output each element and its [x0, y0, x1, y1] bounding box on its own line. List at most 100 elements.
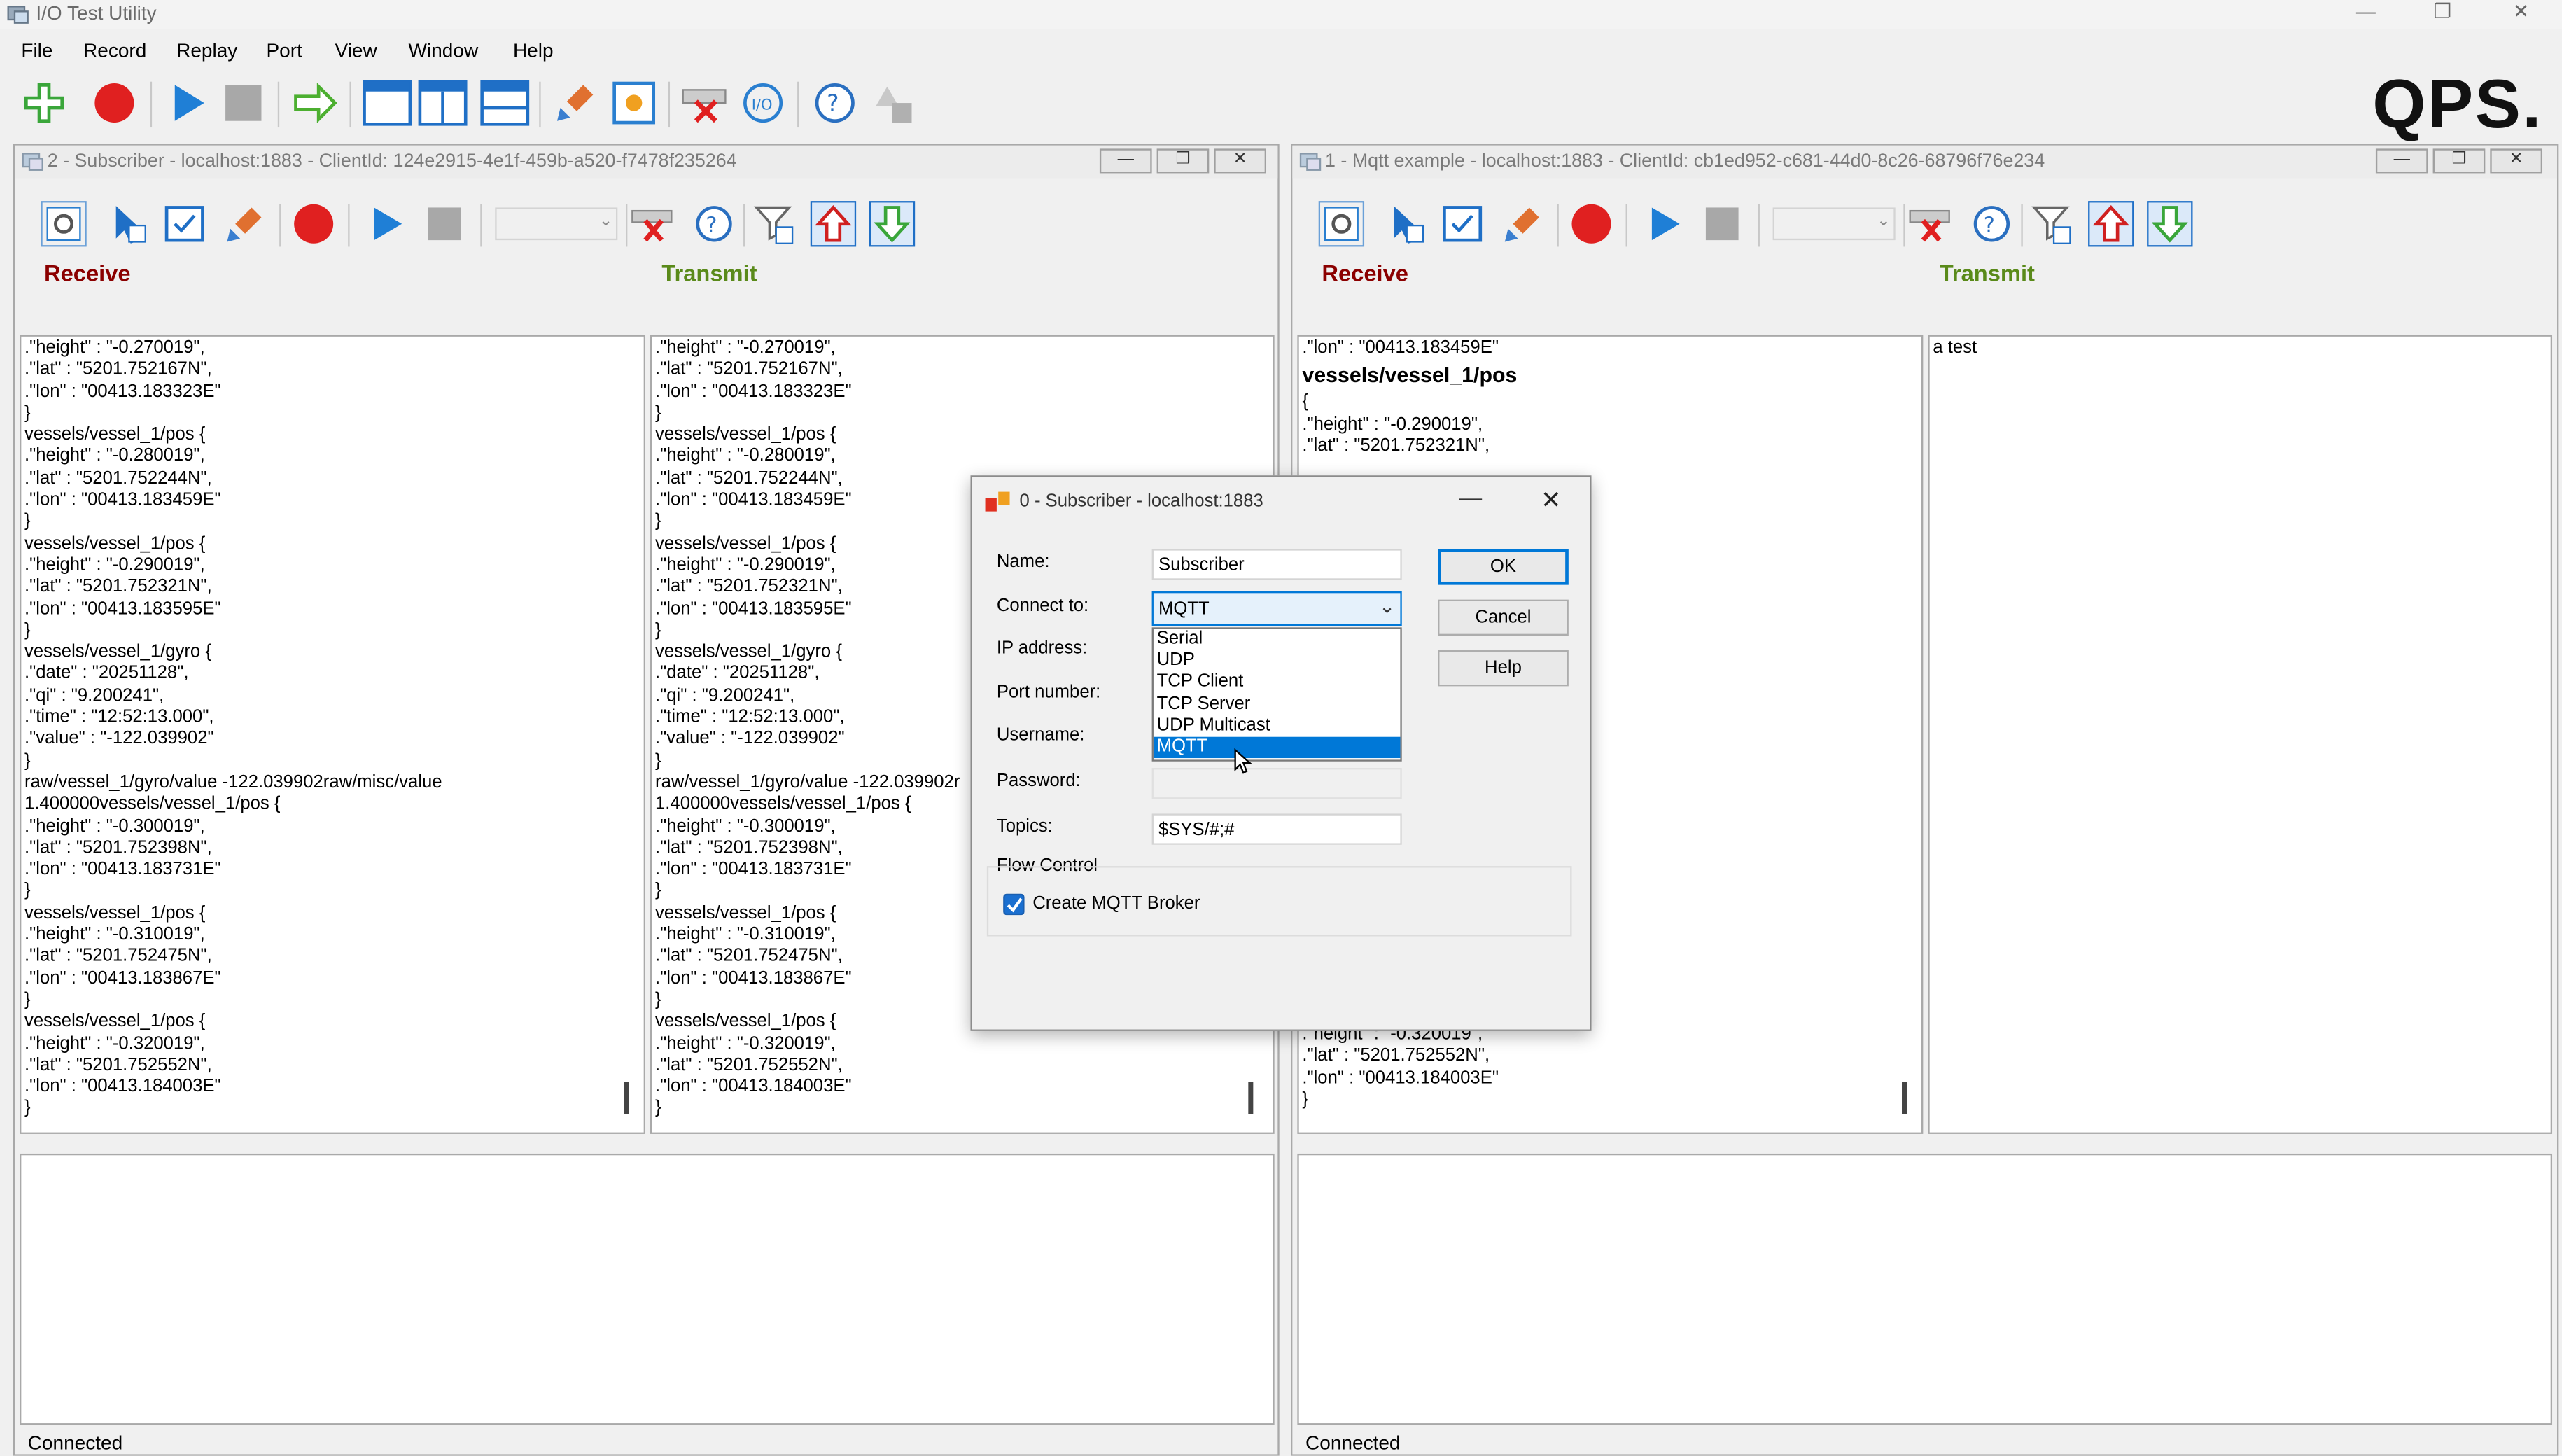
chevron-down-icon: ⌄: [598, 212, 613, 231]
clear-icon[interactable]: [680, 78, 729, 127]
shapes-icon[interactable]: [869, 78, 918, 127]
title-bar: I/O Test Utility — ❐ ✕: [0, 0, 2562, 30]
child-close-icon[interactable]: ✕: [2490, 148, 2543, 174]
app-title: I/O Test Utility: [36, 1, 157, 25]
restore-icon[interactable]: ❐: [2423, 0, 2463, 26]
dialog-minimize-icon[interactable]: —: [1459, 484, 1482, 510]
rate-select[interactable]: ⌄: [1772, 207, 1896, 241]
child-close-icon[interactable]: ✕: [1214, 148, 1267, 174]
filter-icon[interactable]: [752, 201, 797, 246]
stop-icon[interactable]: [1700, 201, 1745, 246]
cascade-windows-icon[interactable]: [363, 78, 412, 127]
cancel-button[interactable]: Cancel: [1438, 599, 1569, 636]
record-icon[interactable]: [1569, 201, 1614, 246]
dialog-close-icon[interactable]: ✕: [1541, 485, 1561, 515]
ok-button[interactable]: OK: [1438, 549, 1569, 585]
checkbox-tool-icon[interactable]: [1439, 201, 1485, 246]
menu-help[interactable]: Help: [513, 39, 554, 62]
stop-icon[interactable]: [421, 201, 467, 246]
scrollbar-thumb[interactable]: [1248, 1082, 1254, 1114]
option-mqtt[interactable]: MQTT: [1153, 736, 1401, 759]
svg-text:?: ?: [706, 213, 717, 237]
chevron-down-icon: ⌄: [1877, 212, 1891, 231]
connection-settings-dialog: 0 - Subscriber - localhost:1883 — ✕ Name…: [970, 475, 1592, 1031]
help-icon[interactable]: ?: [811, 78, 860, 127]
child-restore-icon[interactable]: ❐: [2432, 148, 2486, 174]
status-text: Connected: [1306, 1431, 1401, 1455]
child-minimize-icon[interactable]: —: [1099, 148, 1152, 174]
brush-icon[interactable]: [222, 201, 267, 246]
upload-icon[interactable]: [810, 201, 857, 247]
menu-file[interactable]: File: [21, 39, 52, 62]
password-label: Password:: [996, 771, 1081, 791]
select-arrow-icon[interactable]: [1384, 201, 1429, 246]
help-button[interactable]: Help: [1438, 650, 1569, 687]
option-udp[interactable]: UDP: [1154, 650, 1400, 672]
add-icon[interactable]: [20, 78, 69, 127]
menu-bar: File Record Replay Port View Window Help: [0, 34, 2562, 67]
tile-vertical-icon[interactable]: [418, 78, 468, 127]
connect-to-select[interactable]: MQTT ⌄: [1152, 591, 1402, 626]
play-icon[interactable]: [1642, 201, 1688, 246]
play-icon[interactable]: [163, 78, 212, 127]
brush-icon[interactable]: [551, 78, 600, 127]
receive-text-mid: { ."height" : "-0.290019", ."lat" : "520…: [1302, 392, 1490, 456]
child-minimize-icon[interactable]: —: [2375, 148, 2428, 174]
brush-icon[interactable]: [1500, 201, 1546, 246]
minimize-icon[interactable]: —: [2346, 0, 2386, 26]
filter-icon[interactable]: [2029, 201, 2075, 246]
tile-horizontal-icon[interactable]: [480, 78, 530, 127]
input-pane[interactable]: [1297, 1153, 2553, 1425]
record-icon[interactable]: [290, 201, 336, 246]
menu-record[interactable]: Record: [83, 39, 146, 62]
select-arrow-icon[interactable]: [106, 201, 152, 246]
password-input[interactable]: [1152, 768, 1402, 799]
svg-text:I/O: I/O: [752, 96, 773, 113]
menu-window[interactable]: Window: [409, 39, 479, 62]
download-icon[interactable]: [869, 201, 916, 247]
transmit-pane[interactable]: a test: [1928, 335, 2553, 1134]
topics-input[interactable]: $SYS/#;#: [1152, 813, 1402, 845]
mqtt-window-titlebar: 1 - Mqtt example - localhost:1883 - Clie…: [1292, 145, 2558, 178]
create-broker-checkbox[interactable]: [1003, 893, 1025, 916]
help-icon[interactable]: ?: [691, 201, 736, 246]
receive-text-bottom: ."height" : "-0.320019", ."lat" : "5201.…: [1302, 1024, 1499, 1110]
configure-icon[interactable]: [1318, 201, 1365, 247]
upload-icon[interactable]: [2088, 201, 2134, 247]
clear-icon[interactable]: [629, 201, 675, 246]
option-serial[interactable]: Serial: [1154, 629, 1400, 651]
receive-text-top: ."lon" : "00413.183459E": [1302, 338, 1499, 358]
svg-text:?: ?: [827, 90, 839, 117]
input-pane[interactable]: [20, 1153, 1275, 1425]
option-tcp-client[interactable]: TCP Client: [1154, 672, 1400, 694]
clear-icon[interactable]: [1907, 201, 1952, 246]
child-restore-icon[interactable]: ❐: [1156, 148, 1210, 174]
connect-label: Connect to:: [996, 596, 1089, 616]
stop-icon[interactable]: [219, 78, 268, 127]
download-icon[interactable]: [2147, 201, 2193, 247]
play-icon[interactable]: [365, 201, 410, 246]
receive-label: Receive: [1322, 260, 1408, 286]
option-tcp-server[interactable]: TCP Server: [1154, 694, 1400, 715]
connect-to-dropdown-list: Serial UDP TCP Client TCP Server UDP Mul…: [1152, 627, 1402, 762]
configure-icon[interactable]: [41, 201, 87, 247]
name-input[interactable]: Subscriber: [1152, 549, 1402, 580]
settings-panel-icon[interactable]: [610, 78, 659, 127]
transmit-label: Transmit: [662, 260, 757, 286]
rate-select[interactable]: ⌄: [495, 207, 618, 241]
option-udp-multicast[interactable]: UDP Multicast: [1154, 715, 1400, 737]
receive-pane[interactable]: ."height" : "-0.270019", ."lat" : "5201.…: [20, 335, 646, 1134]
checkbox-tool-icon[interactable]: [162, 201, 207, 246]
help-icon[interactable]: ?: [1969, 201, 2015, 246]
record-icon[interactable]: [90, 78, 139, 127]
app-icon: [6, 4, 29, 24]
close-icon[interactable]: ✕: [2502, 0, 2541, 26]
menu-replay[interactable]: Replay: [176, 39, 237, 62]
scrollbar-thumb[interactable]: [624, 1082, 629, 1114]
menu-port[interactable]: Port: [266, 39, 302, 62]
scrollbar-thumb[interactable]: [1902, 1082, 1907, 1114]
topics-label: Topics:: [996, 817, 1053, 837]
menu-view[interactable]: View: [335, 39, 377, 62]
forward-arrow-icon[interactable]: [290, 78, 340, 127]
io-refresh-icon[interactable]: I/O: [738, 78, 788, 127]
